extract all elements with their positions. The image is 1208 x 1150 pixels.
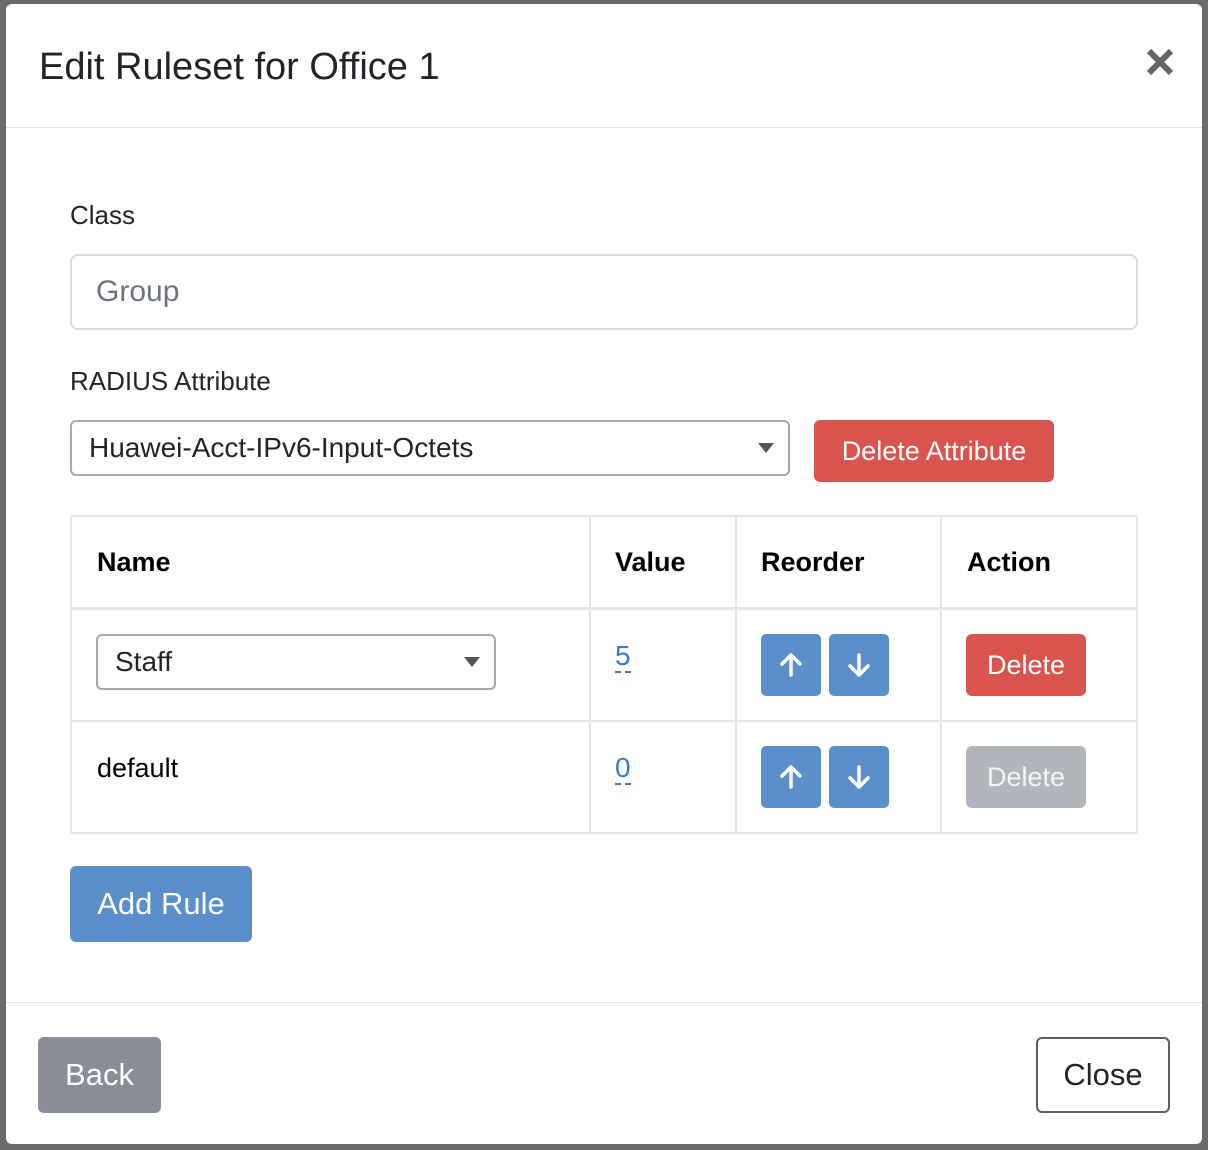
header-divider xyxy=(72,607,1136,610)
move-down-button[interactable] xyxy=(829,634,889,696)
column-header-value: Value xyxy=(615,547,686,577)
back-button[interactable]: Back xyxy=(38,1037,161,1113)
radius-attribute-select[interactable]: Huawei-Acct-IPv6-Input-Octets xyxy=(70,420,790,476)
modal-title: Edit Ruleset for Office 1 xyxy=(39,46,440,88)
rule-value-link[interactable]: 0 xyxy=(615,753,631,785)
column-header-name: Name xyxy=(97,547,171,577)
row-divider xyxy=(72,720,1136,722)
rule-name-select[interactable]: Staff xyxy=(96,634,496,690)
modal-footer: Back Close xyxy=(6,1002,1202,1145)
edit-ruleset-modal: Edit Ruleset for Office 1 Class RADIUS A… xyxy=(6,4,1202,1144)
radius-attribute-label: RADIUS Attribute xyxy=(70,366,271,396)
rule-name-text: default xyxy=(97,753,179,783)
arrow-down-icon xyxy=(848,765,870,789)
column-divider xyxy=(589,517,591,832)
modal-body: Class RADIUS Attribute Huawei-Acct-IPv6-… xyxy=(6,128,1202,1002)
arrow-up-icon xyxy=(780,653,802,677)
radius-attribute-selected: Huawei-Acct-IPv6-Input-Octets xyxy=(89,432,474,463)
close-icon[interactable] xyxy=(1144,46,1176,78)
rule-value-link[interactable]: 5 xyxy=(615,641,631,673)
chevron-down-icon xyxy=(464,657,480,667)
close-button[interactable]: Close xyxy=(1036,1037,1170,1113)
delete-attribute-button[interactable]: Delete Attribute xyxy=(814,420,1054,482)
column-divider xyxy=(940,517,942,832)
rule-name-selected: Staff xyxy=(115,646,173,677)
rules-table: Name Value Reorder Action Staff 5 Delete… xyxy=(70,515,1138,834)
move-up-button[interactable] xyxy=(761,634,821,696)
move-up-button[interactable] xyxy=(761,746,821,808)
delete-rule-button-disabled: Delete xyxy=(966,746,1086,808)
move-down-button[interactable] xyxy=(829,746,889,808)
column-header-action: Action xyxy=(967,547,1051,577)
delete-rule-button[interactable]: Delete xyxy=(966,634,1086,696)
arrow-up-icon xyxy=(780,765,802,789)
modal-header: Edit Ruleset for Office 1 xyxy=(6,4,1202,128)
class-label: Class xyxy=(70,200,136,230)
class-input[interactable] xyxy=(70,254,1138,330)
column-divider xyxy=(735,517,737,832)
chevron-down-icon xyxy=(758,443,774,453)
add-rule-button[interactable]: Add Rule xyxy=(70,866,252,942)
arrow-down-icon xyxy=(848,653,870,677)
column-header-reorder: Reorder xyxy=(761,547,865,577)
